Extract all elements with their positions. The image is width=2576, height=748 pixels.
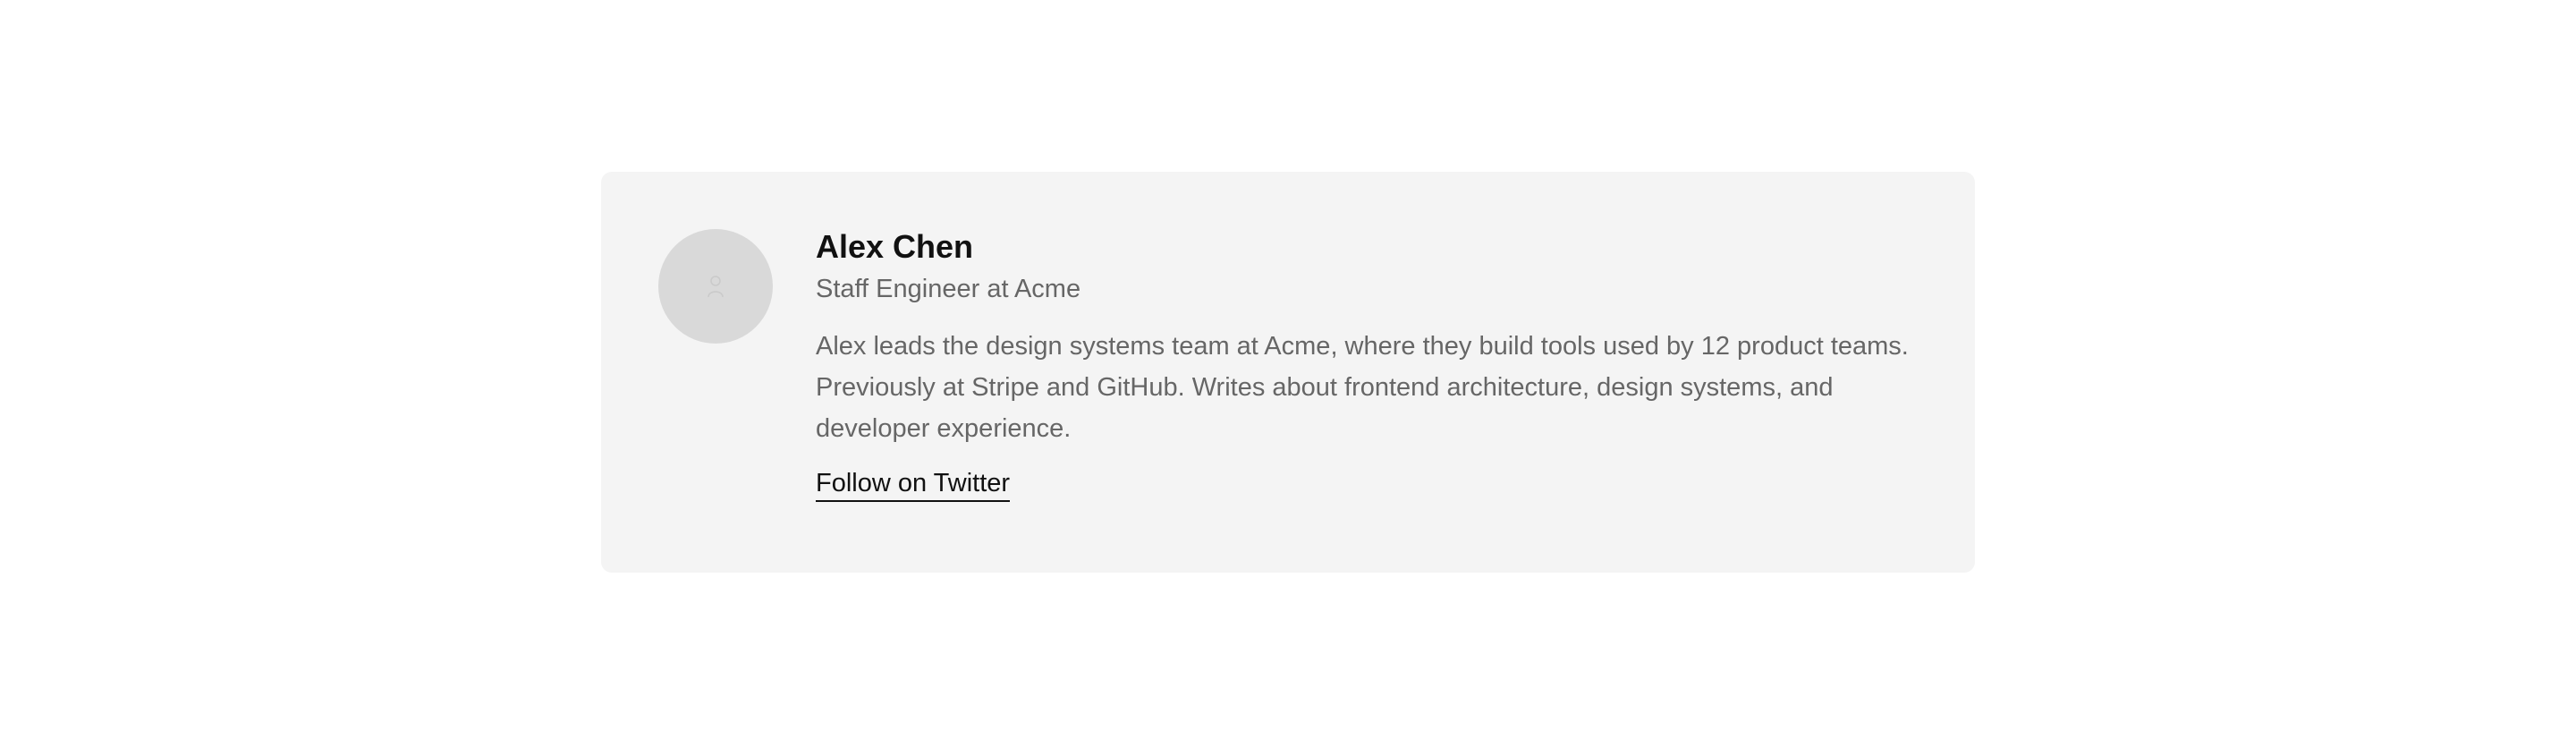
author-bio-card: Alex Chen Staff Engineer at Acme Alex le… [601,172,1975,573]
avatar [658,229,773,344]
author-info: Alex Chen Staff Engineer at Acme Alex le… [816,229,1918,502]
author-name: Alex Chen [816,228,974,265]
follow-on-twitter-link[interactable]: Follow on Twitter [816,467,1011,502]
person-placeholder-icon [708,276,724,298]
author-bio: Alex leads the design systems team at Ac… [816,332,1909,443]
author-title: Staff Engineer at Acme [816,275,1081,303]
